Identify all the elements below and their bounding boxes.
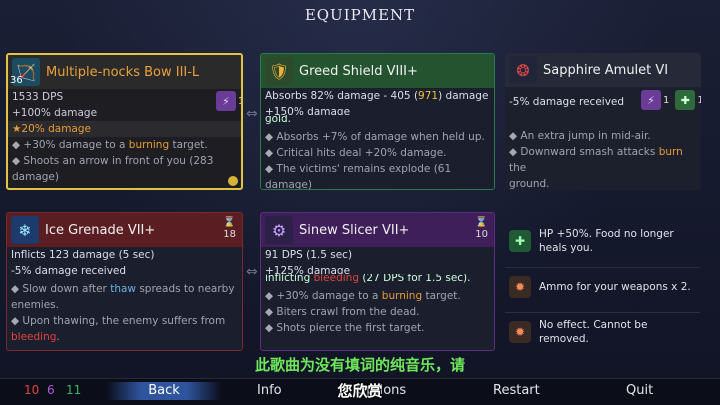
trap-icon: ⚙ bbox=[265, 216, 293, 244]
shield-clipped: gold. bbox=[265, 115, 292, 125]
skill-slot-2[interactable]: ⚙ Sinew Slicer VII+ ⌛ 10 91 DPS (1.5 sec)… bbox=[260, 212, 495, 351]
weapon-1-desc-2: ◆ Shoots an arrow in front of you (283 bbox=[12, 155, 214, 167]
weapon-1-level: 36 bbox=[10, 75, 23, 86]
mutation-2-text: Ammo for your weapons x 2. bbox=[539, 280, 691, 293]
subtitle-line-2: 您欣赏 bbox=[337, 382, 383, 400]
grenade-stat: Inflicts 123 damage (5 sec) bbox=[11, 249, 155, 261]
grenade-desc-2: enemies. bbox=[11, 299, 59, 311]
shield-icon: 🛡 bbox=[265, 57, 293, 85]
amulet-desc-1: ◆ An extra jump in mid-air. bbox=[509, 130, 651, 142]
weapon-1-bonus: +100% damage bbox=[12, 107, 98, 119]
gold-corner-icon bbox=[228, 176, 238, 186]
weapon-slot-1[interactable]: 🏹 Multiple-nocks Bow III-L 36 1533 DPS +… bbox=[6, 53, 243, 190]
amulet-runes: ⚡ 1 ✚ 1 bbox=[641, 90, 701, 110]
weapon-1-affix: ★20% damage bbox=[8, 121, 241, 137]
hourglass-icon: ⌛ bbox=[223, 217, 236, 228]
shield-desc-1: ◆ Absorbs +7% of damage when held up. bbox=[265, 131, 485, 143]
slicer-desc-3: ◆ Shots pierce the first target. bbox=[265, 322, 425, 334]
grenade-desc-4: bleeding. bbox=[11, 331, 60, 343]
slicer-cooldown: ⌛ 10 bbox=[475, 217, 488, 240]
amulet-slot[interactable]: ❂ Sapphire Amulet VI -5% damage received… bbox=[505, 53, 701, 190]
mutation-3-text: No effect. Cannot be removed. bbox=[539, 318, 648, 345]
grenade-cooldown: ⌛ 18 bbox=[223, 217, 236, 240]
shield-stat: Absorbs 82% damage - 405 (971) damage bbox=[265, 90, 489, 102]
scroll-purple-icon: ⚡ bbox=[641, 90, 661, 110]
slicer-stat: 91 DPS (1.5 sec) bbox=[265, 249, 353, 261]
shield-name: Greed Shield VIII+ bbox=[299, 63, 418, 79]
mutation-icon: ✹ bbox=[509, 320, 531, 343]
slicer-desc-2: ◆ Biters crawl from the dead. bbox=[265, 306, 420, 318]
slicer-desc-1: ◆ +30% damage to a burning target. bbox=[265, 290, 461, 302]
grenade-desc-3: ◆ Upon thawing, the enemy suffers from bbox=[11, 315, 226, 327]
weapon-slot-2[interactable]: 🛡 Greed Shield VIII+ Absorbs 82% damage … bbox=[260, 53, 495, 190]
weapon-1-desc-3: damage) bbox=[12, 171, 59, 183]
mutation-slot-2[interactable]: ✹ Ammo for your weapons x 2. bbox=[505, 267, 700, 305]
amulet-icon: ❂ bbox=[509, 56, 537, 84]
skill-slot-1[interactable]: ❄ Ice Grenade VII+ ⌛ 18 Inflicts 123 dama… bbox=[6, 212, 243, 351]
shield-desc-3: ◆ The victims' remains explode (61 damag… bbox=[265, 163, 452, 190]
mutation-slot-3[interactable]: ✹ No effect. Cannot be removed. bbox=[505, 312, 700, 350]
shield-bonus: +150% damage bbox=[265, 106, 351, 115]
amulet-name: Sapphire Amulet VI bbox=[543, 62, 669, 78]
mutation-slot-1[interactable]: ✚ HP +50%. Food no longer heals you. bbox=[505, 216, 700, 266]
grenade-bonus: -5% damage received bbox=[11, 265, 127, 277]
amulet-desc-3: ground. bbox=[509, 178, 550, 190]
hourglass-2-icon: ⌛ bbox=[475, 217, 488, 228]
weapon-1-rune: ⚡1 bbox=[216, 91, 241, 111]
heal-cross-icon: ✚ bbox=[509, 230, 531, 252]
slicer-clipped: inflicting bleeding (27 DPS for 1.5 sec)… bbox=[265, 274, 471, 284]
subtitle-line-1: 此歌曲为没有填词的纯音乐，请 bbox=[254, 356, 465, 374]
grenade-desc-1: ◆ Slow down after thaw spreads to nearby bbox=[11, 283, 235, 295]
slicer-bonus: +125% damage bbox=[265, 265, 351, 274]
swap-arrow-2-icon: ⇔ bbox=[246, 264, 258, 280]
ammo-icon: ✹ bbox=[509, 275, 531, 298]
mutation-1-text: HP +50%. Food no longer heals you. bbox=[539, 228, 674, 254]
weapon-1-name: Multiple-nocks Bow III-L bbox=[46, 64, 200, 80]
weapon-1-dps: 1533 DPS bbox=[12, 91, 64, 103]
grenade-name: Ice Grenade VII+ bbox=[45, 222, 156, 238]
swap-arrow-icon: ⇔ bbox=[246, 106, 258, 122]
star-icon: ★ bbox=[12, 123, 22, 135]
shield-desc-2: ◆ Critical hits deal +20% damage. bbox=[265, 147, 447, 159]
amulet-desc-2: ◆ Downward smash attacks burn the bbox=[509, 146, 683, 174]
scroll-icon: ⚡ bbox=[216, 91, 236, 111]
weapon-1-desc-1: ◆ +30% damage to a burning target. bbox=[12, 139, 208, 151]
scroll-green-icon: ✚ bbox=[675, 90, 696, 110]
slicer-name: Sinew Slicer VII+ bbox=[299, 222, 410, 238]
grenade-icon: ❄ bbox=[11, 216, 39, 244]
page-title: EQUIPMENT bbox=[304, 6, 416, 24]
